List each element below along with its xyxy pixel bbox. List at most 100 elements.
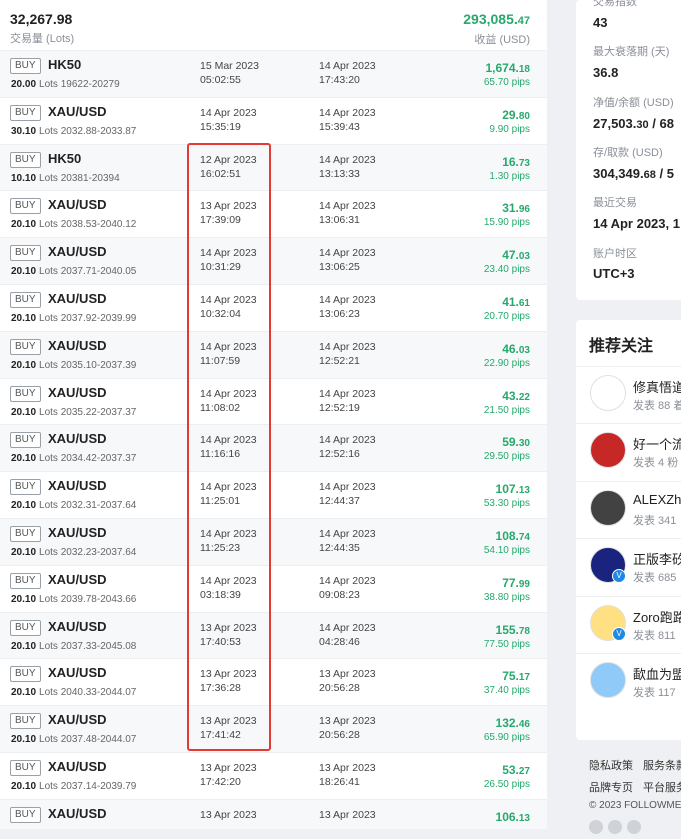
open-time: 13 Apr 2023 17:39:09 <box>200 200 257 227</box>
user-name[interactable]: Zoro跑路 <box>633 607 681 626</box>
user-posts: 发表 685 <box>633 572 677 585</box>
user-avatar[interactable] <box>590 432 626 469</box>
symbol: XAU/USD <box>48 712 107 728</box>
close-time: 14 Apr 2023 13:13:33 <box>319 153 376 180</box>
trade-profit: 16.73 <box>502 154 530 169</box>
recommend-user[interactable]: ALEXZho 发表 341 <box>576 480 681 534</box>
side-badge: BUY <box>10 198 41 215</box>
user-name[interactable]: 正版李矽 <box>633 549 681 568</box>
recommend-title: 推荐关注 <box>589 338 654 355</box>
trade-row[interactable]: BUY XAU/USD 20.10 Lots 2037.14-2039.79 13 Ap… <box>0 752 547 800</box>
trade-row[interactable]: BUY XAU/USD 20.10 Lots 2037.33-2045.08 13 Ap… <box>0 612 547 660</box>
trade-row[interactable]: BUY XAU/USD 20.10 Lots 2035.10-2037.39 14 Ap… <box>0 331 547 379</box>
social-icon[interactable] <box>589 820 603 834</box>
open-time: 14 Apr 2023 11:25:23 <box>200 527 257 554</box>
social-icons <box>589 820 646 839</box>
trade-row[interactable]: BUY XAU/USD 20.10 Lots 2040.33-2044.07 13 Ap… <box>0 659 547 707</box>
user-name[interactable]: 好一个流 <box>633 434 681 453</box>
trade-pips: 9.90 pips <box>489 123 530 135</box>
equity-value: 27,503.30 / 68 <box>593 116 674 131</box>
recommend-user[interactable]: 好一个流 发表 4 粉 <box>576 423 681 476</box>
trade-row[interactable]: BUY XAU/USD 20.10 Lots 2035.22-2037.37 14 Ap… <box>0 378 547 426</box>
recommend-user[interactable]: 歃血为盟发表 117 <box>576 653 681 706</box>
symbol: XAU/USD <box>48 337 107 353</box>
trades-count-value: 43 <box>593 15 608 30</box>
total-lots-value: 32,267.98 <box>10 11 73 27</box>
copyright-text: © 2023 FOLLOWME <box>589 800 681 811</box>
trade-row[interactable]: BUY HK50 10.10 Lots 20381-20394 12 Apr 2023 1… <box>0 144 547 192</box>
close-time: 14 Apr 2023 13:06:31 <box>319 200 376 227</box>
user-avatar[interactable] <box>590 375 626 411</box>
close-time: 14 Apr 2023 13:06:25 <box>319 247 376 274</box>
recommend-user[interactable]: 修真悟道 发表 88 着 <box>576 366 681 419</box>
side-badge: BUY <box>10 151 41 168</box>
trade-pips: 26.50 pips <box>483 778 530 790</box>
user-name[interactable]: 修真悟道 <box>633 377 681 396</box>
trade-row[interactable]: BUY XAU/USD 20.10 Lots 2039.78-2043.66 14 Ap… <box>0 565 547 613</box>
open-time: 14 Apr 2023 11:07:59 <box>200 340 257 367</box>
close-time: 13 Apr 2023 18:26:41 <box>319 761 376 788</box>
social-icon[interactable] <box>608 820 622 834</box>
trade-row[interactable]: BUY XAU/USD 20.10 Lots 2032.23-2037.64 14 Ap… <box>0 518 547 566</box>
lot-info: 20.10 Lots 2037.33-2045.08 <box>11 640 137 652</box>
trade-pips: 29.50 pips <box>483 451 530 463</box>
open-time: 14 Apr 2023 15:35:19 <box>200 106 257 133</box>
side-badge: BUY <box>10 432 41 449</box>
lot-info: 20.10 Lots 2037.14-2039.79 <box>11 780 137 792</box>
open-time: 14 Apr 2023 03:18:39 <box>200 574 257 601</box>
trade-row[interactable]: BUY HK50 20.00 Lots 19622-20279 15 Mar 2023 0… <box>0 51 547 98</box>
recommend-user[interactable]: V 正版李矽 发表 685 <box>576 538 681 591</box>
platform-link[interactable]: 平台服务 <box>643 782 681 794</box>
trade-profit: 75.17 <box>502 669 530 684</box>
user-posts: 发表 117 <box>633 687 676 699</box>
lot-info: 20.10 Lots 2035.22-2037.37 <box>11 406 137 418</box>
user-avatar[interactable] <box>590 489 626 526</box>
equity-label: 净值/余额 (USD) <box>593 97 674 109</box>
user-avatar[interactable] <box>590 662 626 698</box>
terms-link[interactable]: 服务条款 <box>643 760 681 772</box>
privacy-link[interactable]: 隐私政策 <box>589 760 633 772</box>
trade-history-panel: 32,267.98 交易量 (Lots) 293,085.47 收益 (USD)… <box>0 0 547 829</box>
trade-row[interactable]: BUY XAU/USD 13 Apr 2023 13 Apr 2023 106.13 <box>0 799 547 829</box>
open-time: 15 Mar 2023 05:02:55 <box>200 60 259 86</box>
trade-pips: 54.10 pips <box>483 544 530 556</box>
deposit-label: 存/取款 (USD) <box>593 147 663 159</box>
trade-pips: 20.70 pips <box>483 310 530 322</box>
trade-row[interactable]: BUY XAU/USD 20.10 Lots 2034.42-2037.37 14 Ap… <box>0 425 547 473</box>
lot-info: 20.10 Lots 2034.42-2037.37 <box>11 453 137 465</box>
trade-pips: 21.50 pips <box>483 404 530 416</box>
open-time: 14 Apr 2023 11:08:02 <box>200 387 257 414</box>
open-time: 14 Apr 2023 11:25:01 <box>200 481 257 508</box>
trade-row[interactable]: BUY XAU/USD 30.10 Lots 2032.88-2033.87 14 Ap… <box>0 97 547 145</box>
close-time: 14 Apr 2023 12:44:37 <box>319 481 376 508</box>
symbol: HK50 <box>48 150 82 166</box>
recommend-user[interactable]: V Zoro跑路 发表 811 <box>576 595 681 649</box>
trade-list: BUY HK50 20.00 Lots 19622-20279 15 Mar 2023 0… <box>0 51 547 829</box>
open-time: 13 Apr 2023 17:41:42 <box>200 715 257 742</box>
close-time: 13 Apr 2023 <box>319 808 376 821</box>
lot-info: 20.10 Lots 2032.23-2037.64 <box>11 546 137 558</box>
close-time: 14 Apr 2023 04:28:46 <box>319 621 376 648</box>
trade-pips: 23.40 pips <box>483 264 530 276</box>
trade-row[interactable]: BUY XAU/USD 20.10 Lots 2032.31-2037.64 14 Ap… <box>0 472 547 519</box>
deposit-value: 304,349.68 / 5 <box>593 166 674 181</box>
side-badge: BUY <box>10 759 41 776</box>
symbol: XAU/USD <box>48 197 107 213</box>
symbol: XAU/USD <box>48 244 107 260</box>
user-name[interactable]: 歃血为盟 <box>633 664 681 683</box>
close-time: 14 Apr 2023 12:44:35 <box>319 527 376 554</box>
lot-info: 20.10 Lots 2039.78-2043.66 <box>11 593 137 605</box>
open-time: 14 Apr 2023 10:32:04 <box>200 293 257 320</box>
trade-row[interactable]: BUY XAU/USD 20.10 Lots 2037.92-2039.99 14 Ap… <box>0 284 547 332</box>
trade-row[interactable]: BUY XAU/USD 20.10 Lots 2037.48-2044.07 13 Ap… <box>0 706 547 753</box>
social-icon[interactable] <box>627 820 641 834</box>
side-badge: BUY <box>10 245 41 262</box>
trade-row[interactable]: BUY XAU/USD 20.10 Lots 2037.71-2040.05 14 Ap… <box>0 238 547 285</box>
lot-info: 20.00 Lots 19622-20279 <box>11 79 120 90</box>
trade-profit: 77.99 <box>502 575 530 590</box>
side-badge: BUY <box>10 666 41 683</box>
user-name[interactable]: ALEXZho <box>633 492 681 507</box>
symbol: XAU/USD <box>48 758 107 774</box>
trade-row[interactable]: BUY XAU/USD 20.10 Lots 2038.53-2040.12 13 Ap… <box>0 191 547 239</box>
brand-link[interactable]: 品牌专页 <box>589 782 633 794</box>
